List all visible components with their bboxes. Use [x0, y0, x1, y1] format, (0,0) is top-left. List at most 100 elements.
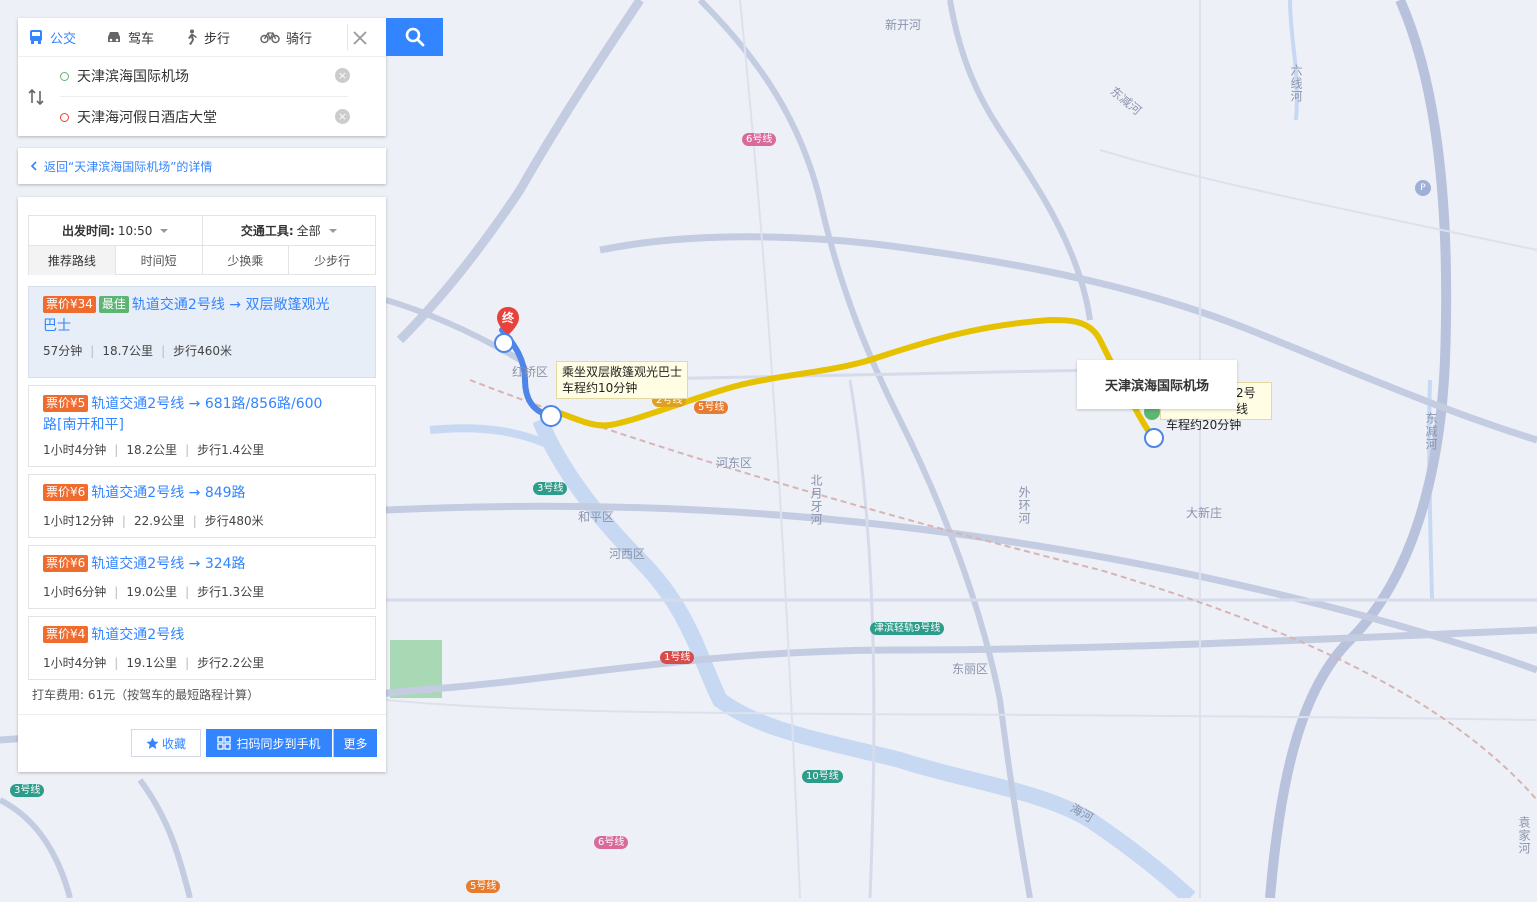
price-badge: 票价¥4: [43, 626, 89, 643]
chevron-left-icon[interactable]: [30, 161, 38, 171]
clear-destination-icon[interactable]: ×: [335, 109, 350, 124]
plan-walk: 步行1.3公里: [197, 585, 265, 599]
plan-lines: 轨道交通2号线 → 324路: [91, 556, 246, 572]
plan-walk: 步行460米: [173, 344, 233, 358]
metro-line-badge: 3号线: [10, 784, 45, 797]
depart-value: 10:50: [117, 223, 153, 238]
travel-mode-tabs: 公交 驾车 步行 骑行: [18, 18, 386, 57]
origin-input[interactable]: 天津滨海国际机场: [77, 66, 189, 86]
tab-fewest-transfers[interactable]: 少换乘: [203, 246, 290, 275]
transit-results-panel: 出发时间: 10:50 交通工具: 全部 推荐路线 时间短 少换乘 少步行 票价…: [18, 197, 386, 772]
chevron-down-icon: [328, 228, 337, 233]
bus-transfer-icon[interactable]: [540, 405, 562, 427]
tab-least-walking[interactable]: 少步行: [289, 246, 375, 275]
mode-label: 骑行: [286, 31, 313, 47]
metro-line-badge: 6号线: [742, 133, 777, 146]
plan-duration: 57分钟: [43, 344, 83, 358]
plan-title: 票价¥34 最佳 轨道交通2号线 → 双层敞篷观光巴士: [43, 295, 333, 337]
map-label: 大新庄: [1186, 506, 1223, 520]
origin-field[interactable]: 天津滨海国际机场 ×: [60, 56, 350, 97]
map-label: 和平区: [578, 510, 615, 524]
plan-lines: 轨道交通2号线: [91, 627, 185, 643]
plan-title: 票价¥5 轨道交通2号线 → 681路/856路/600路[南开和平]: [43, 394, 333, 436]
best-badge: 最佳: [98, 296, 129, 313]
route-plan-card[interactable]: 票价¥5 轨道交通2号线 → 681路/856路/600路[南开和平] 1小时4分…: [28, 385, 376, 467]
metro-line-badge: 10号线: [802, 770, 843, 783]
route-plan-card[interactable]: 票价¥6 轨道交通2号线 → 324路 1小时6分钟 | 19.0公里 | 步行1.3公里: [28, 545, 376, 609]
favorite-button[interactable]: 收藏: [131, 729, 201, 757]
plan-meta: 1小时4分钟 | 18.2公里 | 步行1.4公里: [43, 443, 265, 457]
tab-recommended[interactable]: 推荐路线: [29, 246, 116, 275]
route-plan-card[interactable]: 票价¥6 轨道交通2号线 → 849路 1小时12分钟 | 22.9公里 | 步行480米: [28, 474, 376, 538]
end-marker[interactable]: 终: [496, 306, 520, 336]
chevron-down-icon: [160, 228, 169, 233]
clear-origin-icon[interactable]: ×: [335, 68, 350, 83]
destination-field[interactable]: 天津海河假日酒店大堂 ×: [60, 97, 350, 137]
metro-line-badge: 1号线: [660, 651, 695, 664]
transport-select[interactable]: 交通工具: 全部: [203, 216, 376, 245]
plan-meta: 57分钟 | 18.7公里 | 步行460米: [43, 344, 233, 358]
mode-label: 驾车: [128, 31, 155, 47]
map-label: 外环河: [1017, 486, 1031, 525]
plan-distance: 19.1公里: [126, 656, 178, 670]
mode-walk[interactable]: 步行: [184, 28, 230, 47]
route-plan-card[interactable]: 票价¥34 最佳 轨道交通2号线 → 双层敞篷观光巴士 57分钟 | 18.7公里 | 步行…: [28, 286, 376, 378]
map-label: 六线河: [1289, 64, 1303, 103]
depart-time-select[interactable]: 出发时间: 10:50: [29, 216, 203, 245]
swap-icon[interactable]: [27, 88, 45, 106]
mode-drive[interactable]: 驾车: [106, 28, 154, 47]
map-label: 新开河: [885, 18, 922, 32]
start-stop-icon[interactable]: [1144, 428, 1164, 448]
taxi-fare: 打车费用: 61元（按驾车的最短路程计算）: [32, 688, 260, 702]
plan-duration: 1小时12分钟: [43, 514, 114, 528]
price-badge: 票价¥5: [43, 395, 89, 412]
plan-distance: 18.7公里: [102, 344, 154, 358]
plan-duration: 1小时6分钟: [43, 585, 107, 599]
bus-stop-icon[interactable]: [494, 333, 514, 353]
route-search-box: 公交 驾车 步行 骑行 天津滨海国际机场 × 天津海河假日酒店大堂 ×: [18, 18, 386, 136]
plan-title: 票价¥6 轨道交通2号线 → 324路: [43, 554, 333, 575]
end-marker-label: 终: [501, 311, 514, 325]
map-label: 袁家河: [1517, 816, 1531, 855]
favorite-label: 收藏: [161, 736, 186, 751]
close-icon[interactable]: [348, 26, 372, 50]
search-button[interactable]: [386, 18, 443, 56]
sync-label: 扫码同步到手机: [236, 736, 321, 751]
back-link[interactable]: 返回“天津滨海国际机场”的详情: [44, 158, 212, 175]
plan-walk: 步行2.2公里: [197, 656, 265, 670]
segment-tooltip: 乘坐双层敞篷观光巴士 车程约10分钟: [556, 361, 688, 399]
walk-icon: [188, 29, 198, 45]
map-label: 河西区: [609, 547, 646, 561]
plan-title: 票价¥4 轨道交通2号线: [43, 625, 333, 646]
destination-input[interactable]: 天津海河假日酒店大堂: [77, 107, 217, 127]
map-label: 河东区: [716, 456, 753, 470]
route-plan-card[interactable]: 票价¥4 轨道交通2号线 1小时4分钟 | 19.1公里 | 步行2.2公里: [28, 616, 376, 680]
plan-walk: 步行480米: [204, 514, 264, 528]
plan-meta: 1小时4分钟 | 19.1公里 | 步行2.2公里: [43, 656, 265, 670]
plan-distance: 18.2公里: [126, 443, 178, 457]
more-button[interactable]: 更多: [333, 729, 377, 757]
car-icon: [108, 32, 121, 42]
plan-meta: 1小时6分钟 | 19.0公里 | 步行1.3公里: [43, 585, 265, 599]
bus-icon: [30, 30, 42, 44]
tab-shortest-time[interactable]: 时间短: [116, 246, 203, 275]
metro-line-badge: 3号线: [533, 482, 568, 495]
mode-transit[interactable]: 公交: [28, 28, 76, 47]
metro-line-badge: 5号线: [466, 880, 501, 893]
qr-code-icon: [217, 736, 232, 750]
plan-walk: 步行1.4公里: [197, 443, 265, 457]
sync-to-phone-button[interactable]: 扫码同步到手机: [206, 729, 332, 757]
depart-label: 出发时间:: [62, 224, 115, 238]
plan-distance: 22.9公里: [133, 514, 185, 528]
sort-tabs: 推荐路线 时间短 少换乘 少步行: [29, 246, 375, 275]
plan-distance: 19.0公里: [126, 585, 178, 599]
route-filters: 出发时间: 10:50 交通工具: 全部 推荐路线 时间短 少换乘 少步行: [28, 215, 376, 275]
map-label: 北月牙河: [809, 474, 823, 526]
mode-label: 步行: [204, 31, 231, 47]
map-poi-icon: P: [1415, 180, 1431, 196]
mode-label: 公交: [50, 31, 77, 47]
airport-popup[interactable]: 天津滨海国际机场: [1077, 360, 1237, 409]
tooltip-text: 车程约10分钟: [562, 381, 638, 395]
mode-bike[interactable]: 骑行: [260, 28, 312, 47]
metro-line-badge: 6号线: [594, 836, 629, 849]
